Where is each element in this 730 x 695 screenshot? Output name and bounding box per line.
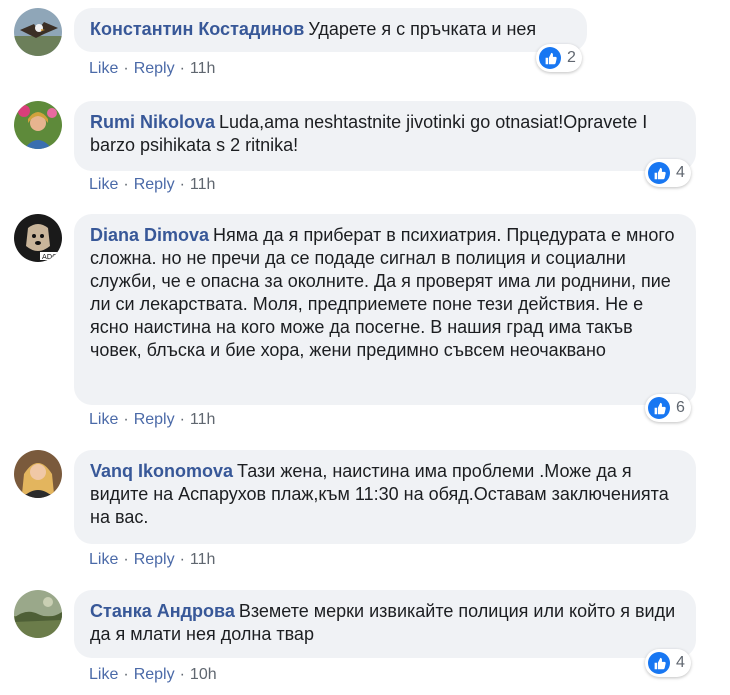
separator-dot: · [179,176,185,193]
avatar[interactable] [14,590,62,638]
like-link[interactable]: Like [89,551,118,568]
like-reaction-icon [539,47,561,69]
comment-bubble: Rumi Nikolova Luda,ama neshtastnite jivot… [74,101,696,171]
like-link[interactable]: Like [89,411,118,428]
comment-time[interactable]: 10h [190,666,217,683]
comment-bubble: Станка Андрова Вземете мерки извикайте по… [74,590,696,658]
comment-time[interactable]: 11h [190,176,216,193]
comment-author[interactable]: Diana Dimova [90,225,209,245]
reaction-count[interactable]: 2 [536,44,582,72]
comment-author[interactable]: Константин Костадинов [90,19,304,39]
separator-dot: · [123,411,129,428]
like-reaction-icon [648,162,670,184]
like-reaction-icon [648,652,670,674]
comment-actions: Like · Reply · 11h [89,59,215,79]
comment-actions: Like · Reply · 11h [89,175,215,195]
separator-dot: · [123,60,129,77]
avatar[interactable] [14,101,62,149]
reply-link[interactable]: Reply [134,551,175,568]
separator-dot: · [179,666,185,683]
reply-link[interactable]: Reply [134,411,175,428]
comment-text: Няма да я приберат в психиатрия. Прцедур… [90,225,675,360]
reaction-count[interactable]: 6 [645,394,691,422]
comment-text: Ударете я с пръчката и нея [308,19,537,39]
comment-time[interactable]: 11h [190,411,216,428]
like-link[interactable]: Like [89,666,118,683]
avatar-landscape-icon [14,590,62,638]
like-reaction-icon [648,397,670,419]
separator-dot: · [179,411,185,428]
avatar[interactable] [14,8,62,56]
reaction-number: 6 [676,399,685,416]
avatar-woman-blonde-icon [14,450,62,498]
reply-link[interactable]: Reply [134,666,175,683]
like-link[interactable]: Like [89,176,118,193]
avatar-eagle-icon [14,8,62,56]
comment-bubble: Diana Dimova Няма да я приберат в психиат… [74,214,696,405]
reply-link[interactable]: Reply [134,176,175,193]
reaction-number: 4 [676,164,685,181]
comment-actions: Like · Reply · 11h [89,410,215,430]
separator-dot: · [179,60,185,77]
avatar[interactable]: ADO [14,214,62,262]
avatar-dog-adopt-icon: ADO [14,214,62,262]
comment-time[interactable]: 11h [190,60,216,77]
comment-author[interactable]: Станка Андрова [90,601,235,621]
separator-dot: · [123,551,129,568]
svg-text:ADO: ADO [42,253,58,261]
separator-dot: · [123,176,129,193]
separator-dot: · [123,666,129,683]
reply-link[interactable]: Reply [134,60,175,77]
comment-actions: Like · Reply · 11h [89,550,215,570]
reaction-number: 4 [676,654,685,671]
avatar-person-flowers-icon [14,101,62,149]
comment-actions: Like · Reply · 10h [89,665,217,685]
comment-bubble: Константин Костадинов Ударете я с пръчкат… [74,8,587,52]
reaction-count[interactable]: 4 [645,159,691,187]
comment-author[interactable]: Rumi Nikolova [90,112,215,132]
comment-time[interactable]: 11h [190,551,216,568]
like-link[interactable]: Like [89,60,118,77]
comment-bubble: Vanq Ikonomova Тази жена, наистина има пр… [74,450,696,544]
avatar[interactable] [14,450,62,498]
reaction-number: 2 [567,49,576,66]
reaction-count[interactable]: 4 [645,649,691,677]
comment-author[interactable]: Vanq Ikonomova [90,461,233,481]
separator-dot: · [179,551,185,568]
